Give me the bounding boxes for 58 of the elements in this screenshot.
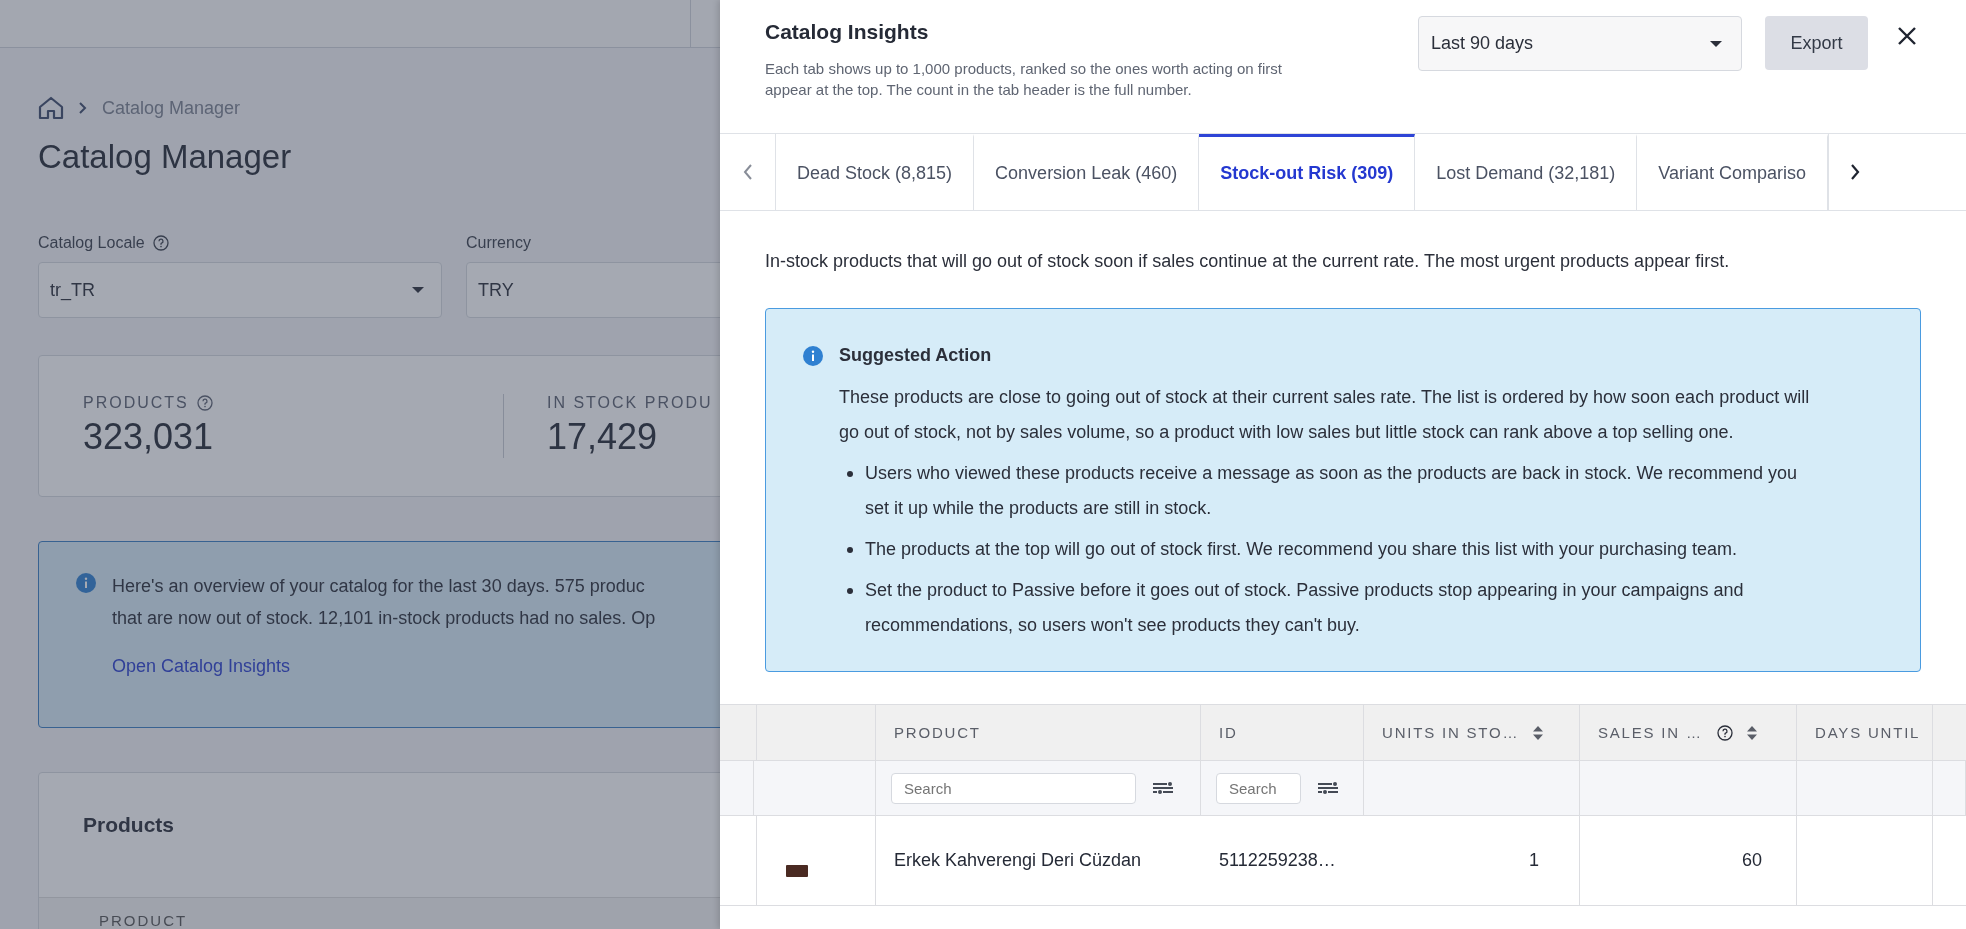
- tab[interactable]: Conversion Leak (460): [974, 134, 1200, 210]
- stat-value: 17,429: [547, 416, 659, 458]
- stat-label: PRODUCTS: [83, 394, 189, 412]
- sliders-icon: [1152, 781, 1174, 795]
- banner-text: that are now out of stock. 12,101 in-stock products had no sales. Op: [112, 607, 656, 630]
- caret-icon: [1709, 39, 1723, 48]
- info-icon: [76, 573, 96, 593]
- export-button[interactable]: Export: [1765, 16, 1868, 70]
- sort-icon: [1746, 725, 1757, 740]
- column-header: DAYS UNTIL: [1815, 724, 1921, 741]
- info-icon: [803, 345, 823, 366]
- caret-icon: [411, 286, 425, 294]
- sort-button[interactable]: [1533, 725, 1544, 740]
- bullet-text: Set the product to Passive before it goes out of stock. Passive products stop appearing in your campaigns and recommendations, so users won't see products they can't buy.: [865, 579, 1745, 637]
- table-cell: Erkek Kahverengi Deri Cüzdan: [876, 816, 1201, 906]
- field-label: Currency: [466, 234, 531, 252]
- filter-button[interactable]: [1317, 781, 1339, 795]
- filter-cell: [1933, 761, 1966, 816]
- chevron-right-icon: [78, 101, 88, 115]
- close-icon: [1897, 26, 1917, 46]
- bullet-icon: [847, 471, 853, 477]
- field-label: Catalog Locale: [38, 234, 145, 252]
- sort-button[interactable]: [1746, 725, 1757, 740]
- suggestion-text: These products are close to going out of stock at their current sales rate. The list is ordered by how soon each product will go out of stock, not by sales volume, so a product with low sales but little stock can rank above a top selling one.: [839, 386, 1811, 444]
- stat-value: 323,031: [83, 416, 215, 458]
- product-image: [786, 864, 808, 877]
- suggestion-title: Suggested Action: [839, 345, 992, 366]
- search-field[interactable]: Search: [1216, 772, 1301, 804]
- sliders-icon: [1317, 781, 1339, 795]
- column-header: SALES IN …: [1598, 724, 1703, 741]
- bullet-text: Users who viewed these products receive a message as soon as the products are back in stock. We recommend you set it up while the products are still in stock.: [865, 462, 1799, 520]
- sort-icon: [1533, 725, 1544, 740]
- filter-button[interactable]: [1152, 781, 1174, 795]
- banner-text: Here's an overview of your catalog for the last 30 days. 575 produc: [112, 575, 646, 598]
- column-header: PRODUCT: [894, 724, 981, 741]
- column-header: ID: [1219, 724, 1238, 741]
- tab[interactable]: Stock-out Risk (309): [1199, 134, 1416, 210]
- home-icon: [38, 96, 64, 120]
- bullet-icon: [847, 547, 853, 553]
- panel-description: Each tab shows up to 1,000 products, ranked so the ones worth acting on first appear at the top. The count in the tab header is the full number.: [765, 59, 1283, 100]
- locale-dropdown[interactable]: tr_TR: [38, 262, 442, 318]
- tab[interactable]: Dead Stock (8,815): [776, 134, 975, 210]
- chevron-right-icon: [1850, 163, 1861, 181]
- table-cell: 60: [1580, 816, 1797, 906]
- period-dropdown[interactable]: Last 90 days: [1418, 16, 1742, 71]
- search-field[interactable]: Search: [891, 772, 1136, 804]
- stat-label: IN STOCK PRODU: [547, 394, 713, 412]
- table-cell: 5112259238…: [1201, 816, 1364, 906]
- table-cell: 1: [1364, 816, 1580, 906]
- column-header: UNITS IN STO…: [1382, 724, 1520, 741]
- bullet-icon: [847, 588, 853, 594]
- section-title: Products: [83, 813, 174, 837]
- tab[interactable]: Lost Demand (32,181): [1415, 134, 1638, 210]
- page-title: Catalog Manager: [38, 138, 292, 176]
- bullet-text: The products at the top will go out of stock first. We recommend you share this list with your purchasing team.: [865, 538, 1738, 561]
- chevron-left-icon: [742, 163, 753, 181]
- panel-title: Catalog Insights: [765, 20, 930, 44]
- column-header: PRODUCT: [99, 912, 188, 929]
